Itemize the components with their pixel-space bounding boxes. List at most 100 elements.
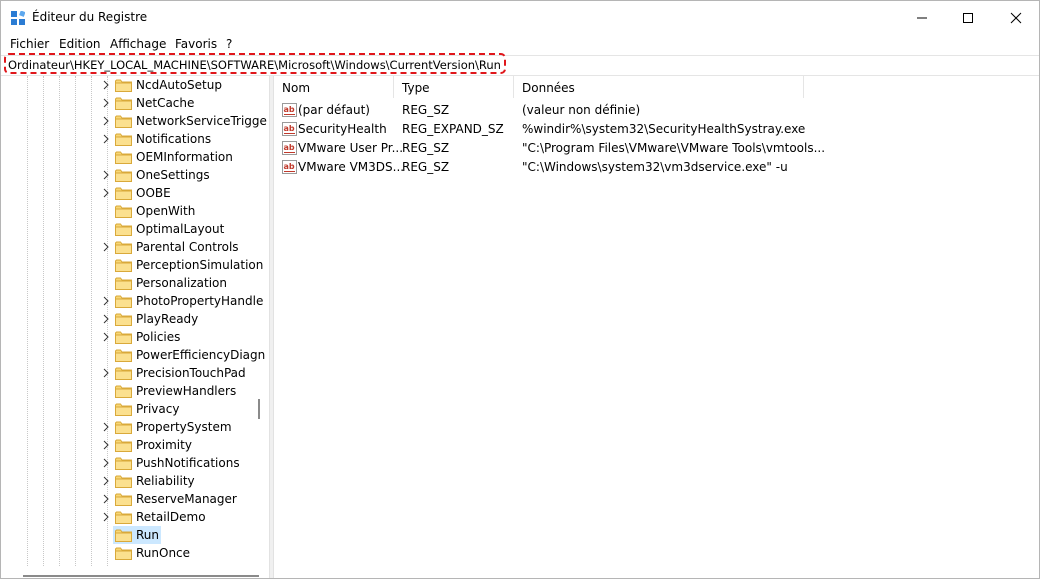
folder-icon — [115, 439, 132, 452]
value-data: (valeur non définie) — [522, 103, 641, 117]
folder-icon — [115, 403, 132, 416]
tree-item[interactable]: Notifications — [1, 130, 253, 148]
chevron-right-icon[interactable] — [101, 134, 111, 144]
tree-item[interactable]: PerceptionSimulation — [1, 256, 263, 274]
tree-item-label: PerceptionSimulation — [136, 258, 264, 272]
registry-editor-icon — [11, 11, 25, 25]
tree-item[interactable]: Proximity — [1, 436, 253, 454]
chevron-right-icon[interactable] — [101, 80, 111, 90]
tree-item[interactable]: OEMInformation — [1, 148, 253, 166]
svg-text:ab: ab — [284, 105, 295, 114]
key-tree[interactable]: NcdAutoSetup NetCache NetworkServiceTrigge… — [1, 76, 269, 578]
value-row[interactable]: ab (par défaut) REG_SZ (valeur non définie) — [274, 101, 1039, 120]
value-name: VMware VM3DS... — [298, 160, 405, 174]
tree-item[interactable]: PhotoPropertyHandle — [1, 292, 263, 310]
svg-text:ab: ab — [284, 162, 295, 171]
menu-affichage[interactable]: Affichage — [110, 37, 166, 51]
value-row[interactable]: ab SecurityHealth REG_EXPAND_SZ %windir%\sy… — [274, 120, 1039, 139]
chevron-right-icon[interactable] — [101, 368, 111, 378]
folder-icon — [115, 115, 132, 128]
chevron-right-icon[interactable] — [101, 332, 111, 342]
value-type: REG_SZ — [402, 160, 450, 174]
folder-icon — [115, 133, 132, 146]
tree-item[interactable]: PrecisionTouchPad — [1, 364, 253, 382]
value-row[interactable]: ab VMware VM3DS... REG_SZ "C:\Windows\syste… — [274, 158, 1039, 177]
menu-edition[interactable]: Edition — [59, 37, 101, 51]
string-value-icon: ab — [282, 122, 297, 136]
folder-icon — [115, 547, 132, 560]
value-data: "C:\Windows\system32\vm3dservice.exe" -u — [522, 160, 788, 174]
value-type: REG_SZ — [402, 141, 450, 155]
column-header-data[interactable]: Données — [514, 76, 804, 98]
close-button[interactable] — [993, 1, 1039, 35]
tree-item[interactable]: NcdAutoSetup — [1, 76, 253, 94]
tree-item[interactable]: OptimalLayout — [1, 220, 253, 238]
tree-item-label: Notifications — [136, 132, 212, 146]
chevron-right-icon[interactable] — [101, 494, 111, 504]
tree-item[interactable]: OOBE — [1, 184, 253, 202]
chevron-right-icon[interactable] — [101, 314, 111, 324]
tree-item[interactable]: NetCache — [1, 94, 253, 112]
chevron-right-icon[interactable] — [101, 476, 111, 486]
tree-item[interactable]: Parental Controls — [1, 238, 253, 256]
minimize-button[interactable] — [899, 1, 945, 35]
chevron-right-icon[interactable] — [101, 422, 111, 432]
tree-item[interactable]: ReserveManager — [1, 490, 253, 508]
chevron-right-icon[interactable] — [101, 458, 111, 468]
tree-item[interactable]: OneSettings — [1, 166, 253, 184]
tree-item[interactable]: Personalization — [1, 274, 253, 292]
tree-horizontal-scrollbar[interactable] — [23, 575, 259, 577]
chevron-right-icon[interactable] — [101, 116, 111, 126]
folder-icon — [115, 349, 132, 362]
folder-icon — [115, 331, 132, 344]
column-header-type[interactable]: Type — [394, 76, 514, 98]
tree-item[interactable]: Policies — [1, 328, 253, 346]
tree-vertical-scrollbar[interactable] — [258, 399, 260, 419]
title-bar[interactable]: Éditeur du Registre — [1, 1, 1039, 35]
menu-favoris[interactable]: Favoris — [175, 37, 217, 51]
maximize-button[interactable] — [945, 1, 991, 35]
tree-item-label: Policies — [136, 330, 181, 344]
string-value-icon: ab — [282, 141, 297, 155]
tree-item-label: OpenWith — [136, 204, 196, 218]
folder-icon — [115, 457, 132, 470]
tree-item-label: OptimalLayout — [136, 222, 225, 236]
chevron-right-icon[interactable] — [101, 170, 111, 180]
tree-item[interactable]: PropertySystem — [1, 418, 253, 436]
tree-item[interactable]: Reliability — [1, 472, 253, 490]
registry-editor-window: Éditeur du Registre Fichier Edition Affi… — [0, 0, 1040, 579]
value-row[interactable]: ab VMware User Pr... REG_SZ "C:\Program Fil… — [274, 139, 1039, 158]
chevron-right-icon[interactable] — [101, 512, 111, 522]
tree-item-label: OEMInformation — [136, 150, 233, 164]
chevron-right-icon[interactable] — [101, 98, 111, 108]
tree-item[interactable]: PowerEfficiencyDiagn — [1, 346, 265, 364]
svg-text:ab: ab — [284, 143, 295, 152]
tree-item-label: RetailDemo — [136, 510, 206, 524]
value-name: VMware User Pr... — [298, 141, 404, 155]
chevron-right-icon[interactable] — [101, 188, 111, 198]
tree-item[interactable]: Privacy — [1, 400, 253, 418]
tree-item[interactable]: RetailDemo — [1, 508, 253, 526]
chevron-right-icon[interactable] — [101, 242, 111, 252]
column-header-name[interactable]: Nom — [274, 76, 394, 98]
tree-item-label: Parental Controls — [136, 240, 239, 254]
folder-icon — [115, 79, 132, 92]
values-list[interactable]: Nom Type Données ab (par défaut) REG_SZ (va… — [274, 76, 1039, 578]
string-value-icon: ab — [282, 103, 297, 117]
folder-icon — [115, 241, 132, 254]
menu-fichier[interactable]: Fichier — [10, 37, 49, 51]
folder-icon — [115, 385, 132, 398]
menu-help[interactable]: ? — [226, 37, 232, 51]
tree-item[interactable]: PreviewHandlers — [1, 382, 253, 400]
tree-item[interactable]: NetworkServiceTrigge — [1, 112, 267, 130]
tree-item[interactable]: RunOnce — [1, 544, 253, 562]
tree-item[interactable]: Run — [1, 526, 253, 544]
tree-item[interactable]: OpenWith — [1, 202, 253, 220]
tree-item[interactable]: PushNotifications — [1, 454, 253, 472]
tree-item-label: ReserveManager — [136, 492, 237, 506]
tree-item[interactable]: PlayReady — [1, 310, 253, 328]
chevron-right-icon[interactable] — [101, 440, 111, 450]
folder-icon — [115, 97, 132, 110]
chevron-right-icon[interactable] — [101, 296, 111, 306]
tree-item-label: PropertySystem — [136, 420, 232, 434]
